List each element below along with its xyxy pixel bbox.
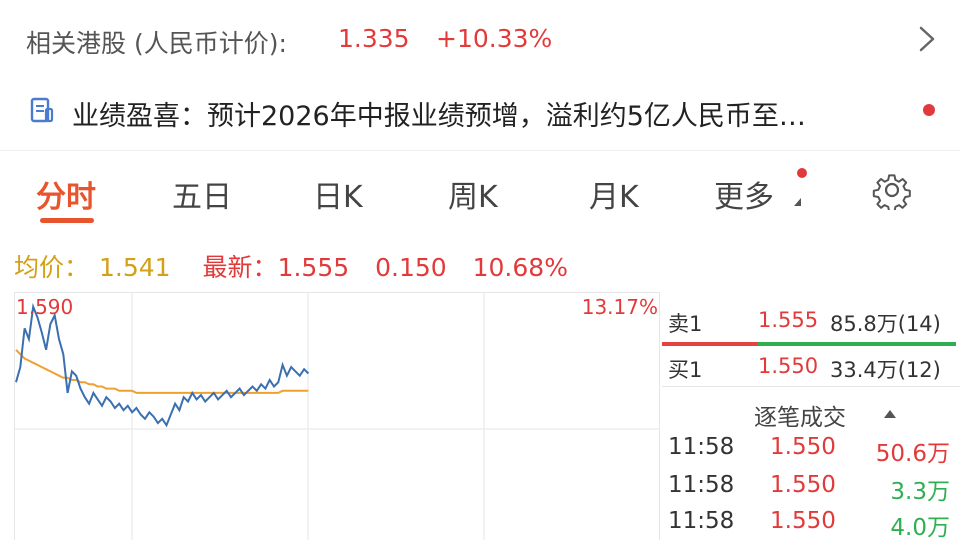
- active-tab-indicator: [40, 218, 94, 223]
- latest-price-label: 最新：: [202, 253, 278, 282]
- report-icon: [30, 97, 54, 123]
- trades-title[interactable]: 逐笔成交: [754, 398, 846, 432]
- trade-price: 1.550: [770, 434, 836, 460]
- trade-price: 1.550: [770, 472, 836, 498]
- tab-monthly-k[interactable]: 月K: [589, 172, 639, 216]
- ask-label: 卖1: [668, 312, 703, 336]
- related-hk-stock-row[interactable]: 相关港股 (人民币计价): 1.335 +10.33%: [0, 0, 960, 78]
- price-change-pct: 10.68%: [472, 253, 568, 282]
- trade-price: 1.550: [770, 508, 836, 534]
- dropdown-corner-icon: [794, 198, 801, 206]
- ask-price: 1.555: [758, 308, 819, 332]
- tab-more[interactable]: 更多: [714, 172, 774, 216]
- chart-grid: [14, 292, 660, 540]
- avg-price-label: 均价：: [14, 253, 90, 282]
- trade-volume: 50.6万: [875, 441, 950, 467]
- trade-volume: 3.3万: [890, 479, 950, 505]
- bid-volume: 33.4万(12): [830, 358, 941, 382]
- unread-dot: [923, 104, 935, 116]
- hk-stock-price: 1.335: [338, 24, 410, 53]
- intraday-chart-svg: 1.590 13.17%: [14, 292, 660, 540]
- news-headline[interactable]: 业绩盈喜：预计2026年中报业绩预增，溢利约5亿人民币至…: [72, 94, 806, 133]
- bid-price: 1.550: [758, 354, 819, 378]
- trade-time: 11:58: [668, 472, 735, 498]
- price-change: 0.150: [375, 253, 447, 282]
- bid-ratio-bar: [758, 342, 956, 346]
- trade-volume: 4.0万: [890, 515, 950, 541]
- chevron-right-icon[interactable]: [912, 22, 942, 56]
- hk-stock-change-pct: +10.33%: [436, 24, 553, 53]
- trade-time: 11:58: [668, 434, 735, 460]
- tab-five-day[interactable]: 五日: [172, 172, 232, 216]
- hk-stock-label: 相关港股 (人民币计价):: [26, 29, 287, 58]
- bid-label: 买1: [668, 358, 703, 382]
- tab-daily-k[interactable]: 日K: [313, 172, 363, 216]
- avg-price-value: 1.541: [99, 253, 171, 282]
- gear-icon[interactable]: [872, 170, 912, 210]
- section-divider: [0, 150, 960, 151]
- trade-time: 11:58: [668, 508, 735, 534]
- right-axis-top-label: 13.17%: [582, 295, 658, 319]
- tab-intraday[interactable]: 分时: [36, 172, 96, 216]
- more-badge-dot: [797, 168, 807, 178]
- ask-ratio-bar: [662, 342, 758, 346]
- ask-volume: 85.8万(14): [830, 312, 941, 336]
- y-axis-top-label: 1.590: [16, 295, 73, 319]
- collapse-up-icon[interactable]: [884, 410, 896, 418]
- order-book-panel: 卖1 1.555 85.8万(14) 买1 1.550 33.4万(12) 逐笔…: [662, 294, 960, 541]
- latest-price-value: 1.555: [277, 253, 350, 282]
- price-stats-row: 均价： 1.541 最新：1.555 0.150 10.68%: [14, 248, 578, 284]
- price-series-line: [15, 302, 310, 428]
- intraday-chart[interactable]: 1.590 13.17%: [14, 292, 660, 540]
- order-book-divider: [662, 386, 960, 387]
- tab-weekly-k[interactable]: 周K: [448, 172, 498, 216]
